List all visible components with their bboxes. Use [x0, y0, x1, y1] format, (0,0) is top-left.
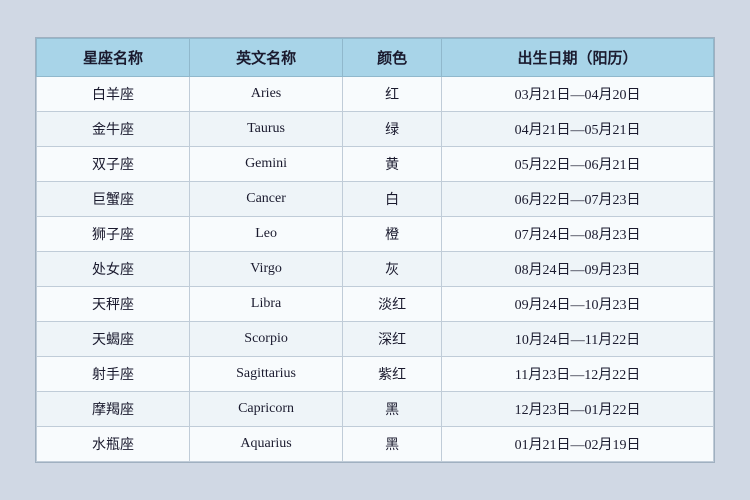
- cell-color: 橙: [343, 217, 442, 252]
- cell-color: 淡红: [343, 287, 442, 322]
- cell-dates: 11月23日—12月22日: [442, 357, 714, 392]
- cell-chinese: 狮子座: [37, 217, 190, 252]
- cell-english: Gemini: [190, 147, 343, 182]
- cell-color: 黄: [343, 147, 442, 182]
- cell-chinese: 射手座: [37, 357, 190, 392]
- cell-english: Scorpio: [190, 322, 343, 357]
- table-header-row: 星座名称 英文名称 颜色 出生日期（阳历）: [37, 39, 714, 77]
- cell-dates: 05月22日—06月21日: [442, 147, 714, 182]
- cell-dates: 01月21日—02月19日: [442, 427, 714, 462]
- col-header-english: 英文名称: [190, 39, 343, 77]
- cell-dates: 10月24日—11月22日: [442, 322, 714, 357]
- cell-color: 黑: [343, 392, 442, 427]
- zodiac-table-container: 星座名称 英文名称 颜色 出生日期（阳历） 白羊座Aries红03月21日—04…: [35, 37, 715, 463]
- table-row: 摩羯座Capricorn黑12月23日—01月22日: [37, 392, 714, 427]
- table-row: 射手座Sagittarius紫红11月23日—12月22日: [37, 357, 714, 392]
- col-header-dates: 出生日期（阳历）: [442, 39, 714, 77]
- cell-english: Aquarius: [190, 427, 343, 462]
- cell-dates: 06月22日—07月23日: [442, 182, 714, 217]
- cell-chinese: 天蝎座: [37, 322, 190, 357]
- cell-english: Sagittarius: [190, 357, 343, 392]
- table-row: 金牛座Taurus绿04月21日—05月21日: [37, 112, 714, 147]
- cell-english: Capricorn: [190, 392, 343, 427]
- cell-color: 灰: [343, 252, 442, 287]
- table-row: 处女座Virgo灰08月24日—09月23日: [37, 252, 714, 287]
- cell-chinese: 处女座: [37, 252, 190, 287]
- cell-english: Libra: [190, 287, 343, 322]
- cell-chinese: 白羊座: [37, 77, 190, 112]
- cell-dates: 07月24日—08月23日: [442, 217, 714, 252]
- cell-dates: 12月23日—01月22日: [442, 392, 714, 427]
- table-row: 水瓶座Aquarius黑01月21日—02月19日: [37, 427, 714, 462]
- cell-english: Cancer: [190, 182, 343, 217]
- table-row: 白羊座Aries红03月21日—04月20日: [37, 77, 714, 112]
- table-row: 狮子座Leo橙07月24日—08月23日: [37, 217, 714, 252]
- cell-color: 绿: [343, 112, 442, 147]
- cell-color: 黑: [343, 427, 442, 462]
- cell-dates: 08月24日—09月23日: [442, 252, 714, 287]
- col-header-color: 颜色: [343, 39, 442, 77]
- cell-color: 白: [343, 182, 442, 217]
- cell-chinese: 水瓶座: [37, 427, 190, 462]
- cell-english: Aries: [190, 77, 343, 112]
- table-row: 双子座Gemini黄05月22日—06月21日: [37, 147, 714, 182]
- cell-chinese: 巨蟹座: [37, 182, 190, 217]
- cell-dates: 04月21日—05月21日: [442, 112, 714, 147]
- table-row: 巨蟹座Cancer白06月22日—07月23日: [37, 182, 714, 217]
- col-header-chinese: 星座名称: [37, 39, 190, 77]
- cell-chinese: 摩羯座: [37, 392, 190, 427]
- cell-dates: 03月21日—04月20日: [442, 77, 714, 112]
- cell-chinese: 天秤座: [37, 287, 190, 322]
- cell-english: Virgo: [190, 252, 343, 287]
- cell-color: 紫红: [343, 357, 442, 392]
- cell-english: Leo: [190, 217, 343, 252]
- cell-color: 深红: [343, 322, 442, 357]
- table-body: 白羊座Aries红03月21日—04月20日金牛座Taurus绿04月21日—0…: [37, 77, 714, 462]
- table-row: 天秤座Libra淡红09月24日—10月23日: [37, 287, 714, 322]
- cell-color: 红: [343, 77, 442, 112]
- table-row: 天蝎座Scorpio深红10月24日—11月22日: [37, 322, 714, 357]
- zodiac-table: 星座名称 英文名称 颜色 出生日期（阳历） 白羊座Aries红03月21日—04…: [36, 38, 714, 462]
- cell-chinese: 金牛座: [37, 112, 190, 147]
- cell-dates: 09月24日—10月23日: [442, 287, 714, 322]
- cell-english: Taurus: [190, 112, 343, 147]
- cell-chinese: 双子座: [37, 147, 190, 182]
